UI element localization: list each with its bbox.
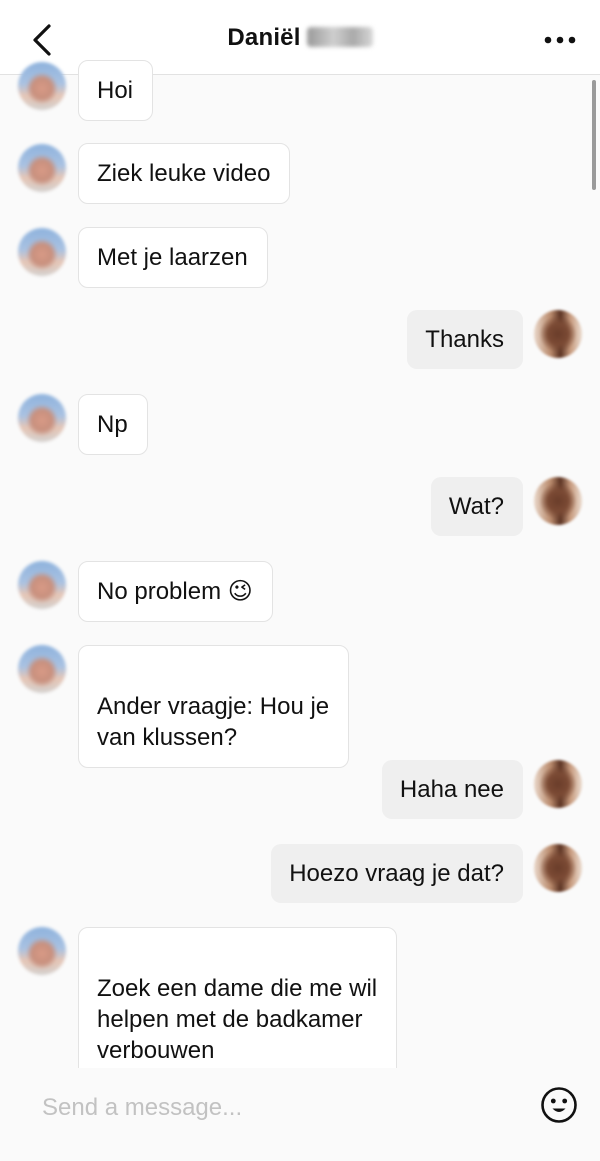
- message-text: Hoi: [97, 77, 134, 104]
- message-text: Zoek een dame die me wil helpen met de b…: [97, 975, 378, 1064]
- message-bubble-incoming[interactable]: Ziek leuke video: [78, 143, 291, 204]
- message-bubble-incoming[interactable]: Met je laarzen: [78, 227, 268, 288]
- message-bubble-incoming[interactable]: Zoek een dame die me wil helpen met de b…: [78, 927, 398, 1081]
- contact-avatar[interactable]: [18, 144, 66, 192]
- message-bubble-outgoing[interactable]: Wat?: [430, 477, 523, 536]
- contact-avatar[interactable]: [18, 561, 66, 609]
- message-bubble-incoming[interactable]: Ander vraagje: Hou je van klussen?: [78, 645, 350, 768]
- message-text: Thanks: [425, 326, 504, 353]
- contact-avatar[interactable]: [18, 394, 66, 442]
- message-bubble-incoming[interactable]: Hoi: [78, 60, 154, 121]
- message-text: No problem 😉: [97, 578, 253, 605]
- message-input[interactable]: [42, 1090, 512, 1126]
- message-bubble-incoming[interactable]: Np: [78, 394, 148, 455]
- contact-avatar[interactable]: [18, 62, 66, 110]
- message-text: Ander vraagje: Hou je van klussen?: [97, 693, 330, 751]
- chat-title[interactable]: Daniël: [0, 24, 600, 52]
- scrollbar[interactable]: [592, 80, 596, 190]
- message-text: Np: [97, 411, 128, 438]
- message-bubble-outgoing[interactable]: Thanks: [407, 310, 523, 369]
- message-bubble-incoming[interactable]: No problem 😉: [78, 561, 273, 622]
- message-text: Haha nee: [399, 776, 504, 803]
- message-composer: [0, 1068, 600, 1161]
- contact-avatar[interactable]: [18, 645, 66, 693]
- my-avatar[interactable]: [534, 844, 582, 892]
- contact-name: Daniël: [227, 24, 301, 51]
- more-horizontal-icon: [544, 36, 576, 44]
- my-avatar[interactable]: [534, 310, 582, 358]
- message-text: Met je laarzen: [97, 244, 248, 271]
- message-text: Wat?: [448, 493, 504, 520]
- message-text: Hoezo vraag je dat?: [289, 860, 504, 887]
- my-avatar[interactable]: [534, 760, 582, 808]
- redacted-surname: [306, 27, 373, 47]
- my-avatar[interactable]: [534, 477, 582, 525]
- message-text: Ziek leuke video: [97, 160, 271, 187]
- message-bubble-outgoing[interactable]: Haha nee: [381, 760, 523, 819]
- smiley-icon: [541, 1087, 577, 1123]
- more-options-button[interactable]: [542, 22, 578, 58]
- contact-avatar[interactable]: [18, 927, 66, 975]
- message-bubble-outgoing[interactable]: Hoezo vraag je dat?: [271, 844, 523, 903]
- contact-avatar[interactable]: [18, 228, 66, 276]
- emoji-button[interactable]: [540, 1086, 578, 1124]
